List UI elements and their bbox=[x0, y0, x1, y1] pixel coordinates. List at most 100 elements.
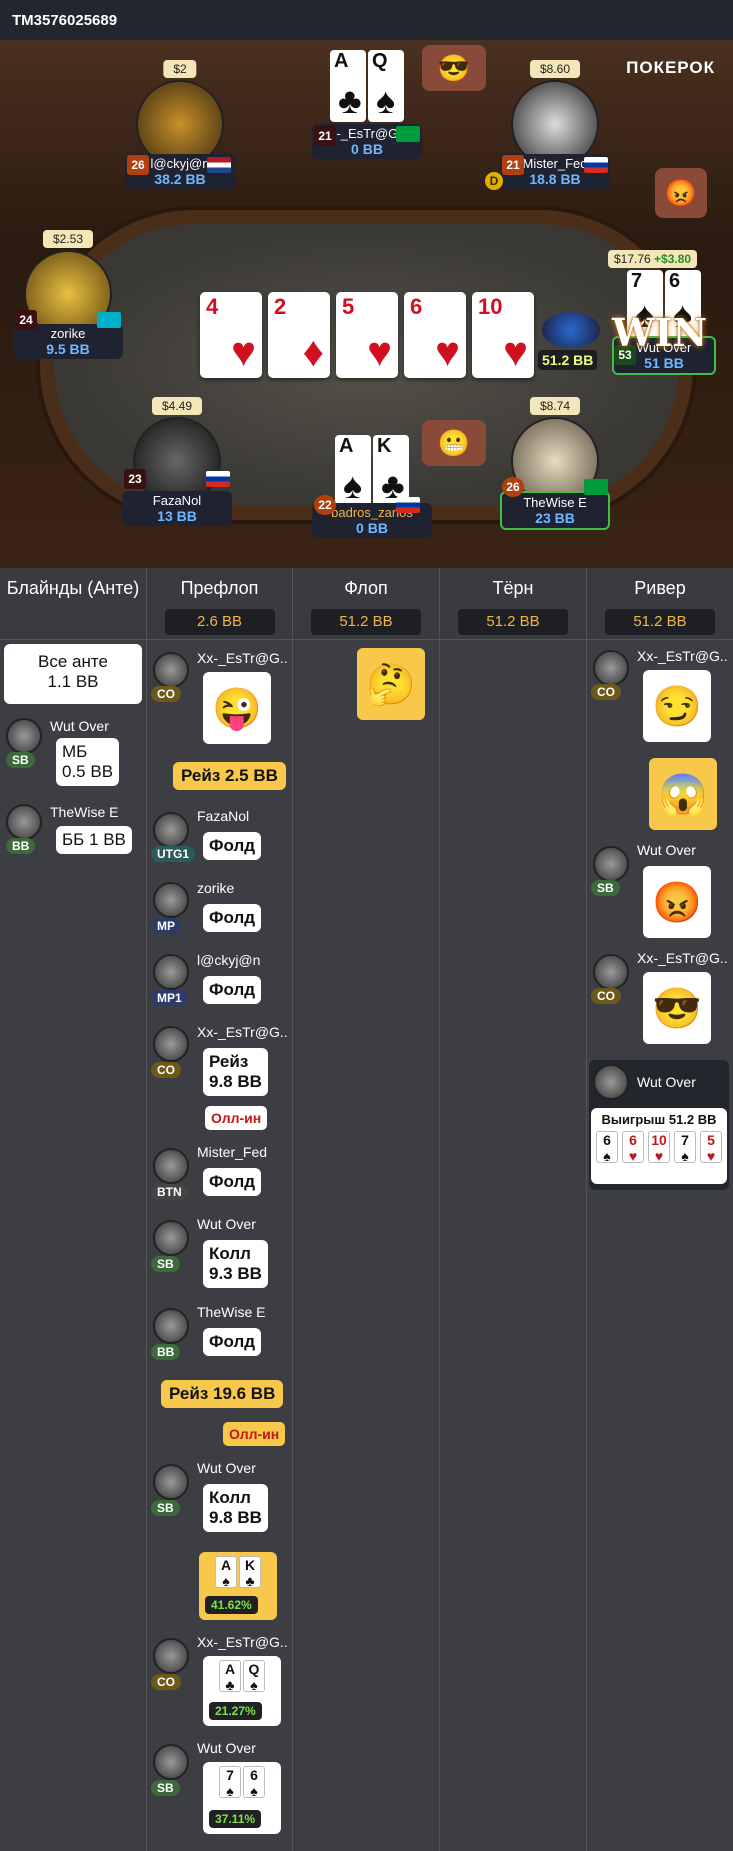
seat-thewise[interactable]: $8.74 TheWise E 23 BB 26 bbox=[500, 397, 610, 530]
emote-icon: 😜 bbox=[203, 672, 271, 744]
avatar bbox=[6, 804, 42, 840]
flag-icon bbox=[584, 157, 608, 173]
player-name: FazaNol bbox=[197, 808, 250, 824]
allin-badge: Олл-ин bbox=[205, 1106, 268, 1130]
col-river: CO Xx-_EsTr@G.. 😏 😱 SB Wut Over 😡 CO Xx-… bbox=[587, 640, 733, 1851]
equity-badge: 41.62% bbox=[205, 1596, 258, 1614]
player-name: Xx-_EsTr@G.. bbox=[197, 1634, 288, 1650]
player-name: Xx-_EsTr@G.. bbox=[197, 650, 288, 666]
seat-balance: $2.53 bbox=[42, 230, 94, 248]
emote-icon: 😡 bbox=[655, 168, 707, 218]
hole-card: Q ♠ bbox=[368, 50, 404, 122]
seat-balance: $8.60 bbox=[529, 60, 581, 78]
col-turn-header: Тёрн 51.2 BB bbox=[440, 568, 587, 640]
player-name: Xx-_EsTr@G.. bbox=[637, 648, 728, 664]
level-badge: 26 bbox=[127, 155, 149, 175]
emote-icon: 😎 bbox=[643, 972, 711, 1044]
player-name: Wut Over bbox=[50, 718, 109, 734]
seat-stack: 9.5 BB bbox=[46, 341, 90, 357]
flag-icon bbox=[207, 157, 231, 173]
col-flop-header: Флоп 51.2 BB bbox=[293, 568, 440, 640]
equity-badge: 21.27% bbox=[209, 1702, 262, 1720]
seat-badros-zanos[interactable]: A ♠ K ♣ badros_zanos 0 BB 22 bbox=[312, 435, 432, 538]
mini-card: K ♣ bbox=[239, 1556, 261, 1589]
action-box: ББ 1 BB bbox=[56, 826, 132, 854]
seat-lackyjan[interactable]: $2 l@ckyj@n 38.2 BB 26 bbox=[125, 60, 235, 189]
mini-card: 7 ♠ bbox=[219, 1766, 241, 1799]
position-badge: BB bbox=[151, 1344, 181, 1360]
avatar bbox=[593, 846, 629, 882]
hand-cards-box: A ♠ K ♣ 41.62% bbox=[199, 1552, 277, 1620]
raise-box: Рейз 19.6 BB bbox=[161, 1380, 284, 1408]
emote-icon: 🤔 bbox=[357, 648, 425, 720]
avatar bbox=[153, 1464, 189, 1500]
flag-icon bbox=[206, 471, 230, 487]
position-badge: CO bbox=[591, 684, 621, 700]
action-box: МБ 0.5 BB bbox=[56, 738, 120, 786]
avatar bbox=[153, 812, 189, 848]
dealer-button: D bbox=[485, 172, 503, 190]
player-name: TheWise E bbox=[50, 804, 119, 820]
seat-balance: $4.49 bbox=[151, 397, 203, 415]
seat-balance: $8.74 bbox=[529, 397, 581, 415]
player-name: Xx-_EsTr@G.. bbox=[637, 950, 728, 966]
seat-plate: FazaNol 13 BB bbox=[122, 491, 232, 526]
avatar bbox=[153, 954, 189, 990]
col-preflop-header: Префлоп 2.6 BB bbox=[147, 568, 293, 640]
seat-plate: TheWise E 23 BB bbox=[500, 491, 610, 530]
emote-icon: 😡 bbox=[643, 866, 711, 938]
player-name: Wut Over bbox=[637, 1074, 696, 1090]
flag-icon bbox=[97, 312, 121, 328]
brand-logo: ПОКЕРОК bbox=[626, 58, 715, 77]
pot-amount: 51.2 BB bbox=[538, 350, 598, 370]
avatar bbox=[153, 652, 189, 688]
all-ante-box: Все анте 1.1 BB bbox=[4, 644, 142, 704]
action-box: Фолд bbox=[203, 1168, 262, 1196]
position-badge: CO bbox=[151, 1674, 181, 1690]
mini-card: 6 ♥ bbox=[622, 1131, 644, 1164]
seat-zorike[interactable]: $2.53 zorike 9.5 BB 24 bbox=[13, 230, 123, 359]
flag-icon bbox=[584, 479, 608, 495]
winner-panel: Wut Over Выигрыш 51.2 BB 6 ♠ 6 ♥ 10 ♥ 7 ♠ 5 ♥ bbox=[589, 1060, 729, 1190]
win-banner: WIN bbox=[612, 310, 708, 355]
player-name: Xx-_EsTr@G.. bbox=[197, 1024, 288, 1040]
position-badge: SB bbox=[591, 880, 620, 896]
player-name: Wut Over bbox=[197, 1216, 256, 1232]
mini-card: A ♠ bbox=[215, 1556, 237, 1589]
seat-fazanol[interactable]: $4.49 FazaNol 13 BB 23 bbox=[122, 397, 232, 526]
level-badge: 21 bbox=[314, 126, 336, 146]
position-badge: CO bbox=[591, 988, 621, 1004]
board-card: 2 ♦ bbox=[268, 292, 330, 378]
position-badge: SB bbox=[6, 752, 35, 768]
seat-mister-fed[interactable]: $8.60 Mister_Fed 18.8 BB 21 D bbox=[485, 60, 610, 190]
seat-name: TheWise E bbox=[523, 495, 587, 510]
avatar bbox=[593, 650, 629, 686]
seat-stack: 13 BB bbox=[157, 508, 197, 524]
position-badge: BB bbox=[6, 838, 36, 854]
avatar bbox=[153, 1026, 189, 1062]
hand-id: TM3576025689 bbox=[12, 11, 118, 29]
seat-balance: $2 bbox=[163, 60, 197, 78]
winning-hand: 6 ♠ 6 ♥ 10 ♥ 7 ♠ 5 ♥ bbox=[591, 1131, 727, 1164]
action-box: Рейз 9.8 BB bbox=[203, 1048, 268, 1096]
level-badge: 22 bbox=[314, 495, 336, 515]
hole-card: A ♣ bbox=[330, 50, 366, 122]
level-badge: 26 bbox=[502, 477, 524, 497]
action-box: Фолд bbox=[203, 904, 262, 932]
seat-stack: 0 BB bbox=[356, 520, 388, 536]
hand-cards: A ♣ Q ♠ bbox=[207, 1660, 277, 1693]
win-amount: Выигрыш 51.2 BB bbox=[601, 1112, 717, 1127]
col-turn bbox=[440, 640, 587, 1851]
flag-icon bbox=[396, 126, 420, 142]
action-box: Колл 9.3 BB bbox=[203, 1240, 268, 1288]
hand-id-bar: TM3576025689 bbox=[0, 0, 733, 40]
player-name: Mister_Fed bbox=[197, 1144, 268, 1160]
poker-table: ПОКЕРОК $2 l@ckyj@n 38.2 BB 26 A ♣ Q ♠ Xx-… bbox=[0, 40, 733, 568]
seat-estrag[interactable]: A ♣ Q ♠ Xx-_EsTr@G0.. 0 BB 21 bbox=[312, 50, 422, 159]
mini-card: Q ♠ bbox=[243, 1660, 265, 1693]
equity-badge: 37.11% bbox=[209, 1810, 262, 1828]
position-badge: MP1 bbox=[151, 990, 188, 1006]
player-name: Wut Over bbox=[197, 1740, 256, 1756]
position-badge: CO bbox=[151, 1062, 181, 1078]
hand-cards-box: A ♣ Q ♠ 21.27% bbox=[203, 1656, 281, 1726]
